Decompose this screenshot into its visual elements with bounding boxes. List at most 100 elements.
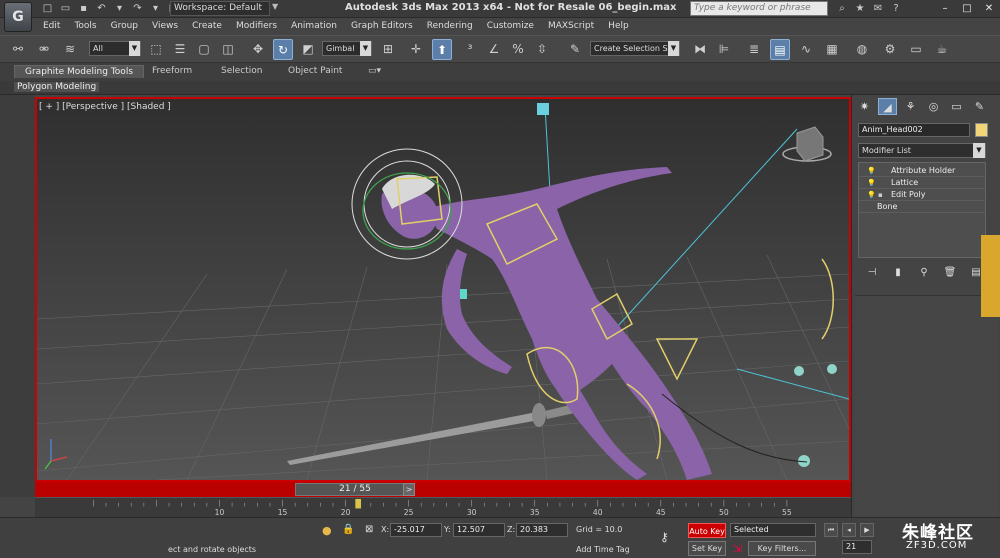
spinner-snap-icon[interactable]: ⇳ [532,39,552,60]
display-tab-icon[interactable]: ▭ [947,98,966,115]
select-manipulate-icon[interactable]: ✛ [406,39,426,60]
workspace-select[interactable]: Workspace: Default [170,1,270,16]
key-mode-select[interactable]: Selected [730,523,816,537]
mirror-icon[interactable]: ⧓ [690,39,710,60]
stack-item-attribute-holder[interactable]: 💡 Attribute Holder [859,165,986,177]
light-bulb-icon[interactable]: 💡 [867,165,876,177]
auto-key-button[interactable]: Auto Key [688,523,726,538]
select-by-name-icon[interactable]: ☰ [170,39,190,60]
show-end-result-icon[interactable]: ▮ [890,265,906,281]
app-logo-icon[interactable]: G [4,2,32,32]
hierarchy-tab-icon[interactable]: ⚘ [901,98,920,115]
pivot-center-icon[interactable]: ⊞ [378,39,398,60]
create-tab-icon[interactable]: ✷ [855,98,874,115]
menu-modifiers[interactable]: Modifiers [229,18,284,35]
make-unique-icon[interactable]: ⚲ [916,265,932,281]
graphite-toggle-icon[interactable]: ▤ [770,39,790,60]
render-setup-icon[interactable]: ⚙ [880,39,900,60]
absolute-mode-icon[interactable]: ⊠ [365,524,373,535]
object-name-field[interactable]: Anim_Head002 [858,123,970,137]
rendered-frame-icon[interactable]: ▭ [906,39,926,60]
close-icon[interactable]: ✕ [978,0,1000,17]
percent-snap-icon[interactable]: % [508,39,528,60]
render-teapot-icon[interactable]: ☕ [932,39,952,60]
search-icon[interactable]: ⌕ [835,1,849,16]
redo-dropdown-icon[interactable]: ▾ [148,1,163,16]
angle-snap-icon[interactable]: ∠ [484,39,504,60]
help-search-input[interactable]: Type a keyword or phrase [690,1,828,16]
scale-icon[interactable]: ◩ [298,39,318,60]
curve-editor-icon[interactable]: ∿ [796,39,816,60]
bind-space-warp-icon[interactable]: ≋ [60,39,80,60]
menu-graph-editors[interactable]: Graph Editors [344,18,420,35]
tab-freeform[interactable]: Freeform [152,66,192,76]
modify-tab-icon[interactable]: ◢ [878,98,897,115]
stack-item-lattice[interactable]: 💡 Lattice [859,177,986,189]
new-file-icon[interactable]: □ [40,1,55,16]
tab-object-paint[interactable]: Object Paint [288,66,342,76]
go-to-start-icon[interactable]: ⏮ [824,523,838,537]
x-coordinate-field[interactable]: -25.017 [390,523,442,537]
keyboard-shortcut-override-icon[interactable]: ⬆ [432,39,452,60]
time-slider-frame[interactable]: 21 / 55 [295,483,415,496]
perspective-viewport[interactable]: [ + ] [Perspective ] [Shaded ] [35,97,851,482]
communication-icon[interactable]: ✉ [871,1,885,16]
track-bar[interactable]: 10 15 20 25 30 35 40 45 50 55 [35,497,851,517]
current-frame-marker[interactable] [355,498,362,509]
menu-animation[interactable]: Animation [284,18,344,35]
menu-create[interactable]: Create [185,18,229,35]
polygon-modeling-panel[interactable]: Polygon Modeling [14,82,100,92]
menu-help[interactable]: Help [601,18,636,35]
chevron-down-icon[interactable]: ▼ [272,2,278,11]
schematic-view-icon[interactable]: ▦ [822,39,842,60]
select-object-icon[interactable]: ⬚ [146,39,166,60]
tab-graphite-modeling-tools[interactable]: Graphite Modeling Tools [14,65,145,78]
current-frame-field[interactable]: 21 [842,540,872,554]
add-time-tag[interactable]: Add Time Tag [576,545,630,554]
key-filters-button[interactable]: Key Filters... [748,541,816,556]
stack-item-edit-poly[interactable]: 💡 ▪ Edit Poly [859,189,986,201]
minimize-icon[interactable]: – [934,0,956,17]
material-editor-icon[interactable]: ◍ [852,39,872,60]
edit-named-selection-icon[interactable]: ✎ [565,39,585,60]
pin-icon[interactable]: ● [322,524,332,537]
tab-selection[interactable]: Selection [221,66,262,76]
modifier-list-select[interactable]: Modifier List ▼ [858,143,986,158]
undo-dropdown-icon[interactable]: ▾ [112,1,127,16]
subscription-icon[interactable]: ★ [853,1,867,16]
unlink-icon[interactable]: ⚮ [34,39,54,60]
save-icon[interactable]: ▪ [76,1,91,16]
panel-side-tab[interactable] [981,235,1000,317]
menu-group[interactable]: Group [104,18,145,35]
help-icon[interactable]: ? [889,1,903,16]
set-keys-icon[interactable]: ⇲ [733,542,742,555]
utilities-tab-icon[interactable]: ✎ [970,98,989,115]
layer-manager-icon[interactable]: ≣ [744,39,764,60]
rotate-icon[interactable]: ↻ [273,39,293,60]
redo-icon[interactable]: ↷ [130,1,145,16]
menu-customize[interactable]: Customize [480,18,541,35]
stack-item-bone[interactable]: Bone [859,201,986,213]
z-coordinate-field[interactable]: 20.383 [516,523,568,537]
set-key-button[interactable]: Set Key [688,541,726,556]
menu-edit[interactable]: Edit [36,18,67,35]
menu-maxscript[interactable]: MAXScript [541,18,601,35]
selection-filter-select[interactable]: All ▼ [89,41,141,56]
ribbon-options-icon[interactable]: ▭▾ [368,66,381,76]
reference-coordinate-select[interactable]: Gimbal ▼ [322,41,372,56]
object-color-swatch[interactable] [975,123,988,137]
next-frame-icon[interactable]: > [403,483,415,496]
named-selection-set-select[interactable]: Create Selection Se ▼ [590,41,680,56]
open-file-icon[interactable]: ▭ [58,1,73,16]
viewport-label[interactable]: [ + ] [Perspective ] [Shaded ] [39,102,171,112]
time-slider[interactable]: < 21 / 55 > [35,482,851,497]
maximize-icon[interactable]: □ [956,0,978,17]
rectangular-selection-icon[interactable]: ▢ [194,39,214,60]
lock-icon[interactable]: 🔒 [342,524,354,535]
motion-tab-icon[interactable]: ◎ [924,98,943,115]
align-icon[interactable]: ⊫ [714,39,734,60]
previous-key-icon[interactable]: ◂ [842,523,856,537]
link-icon[interactable]: ⚯ [8,39,28,60]
pin-stack-icon[interactable]: ⊣ [864,265,880,281]
window-crossing-icon[interactable]: ◫ [218,39,238,60]
